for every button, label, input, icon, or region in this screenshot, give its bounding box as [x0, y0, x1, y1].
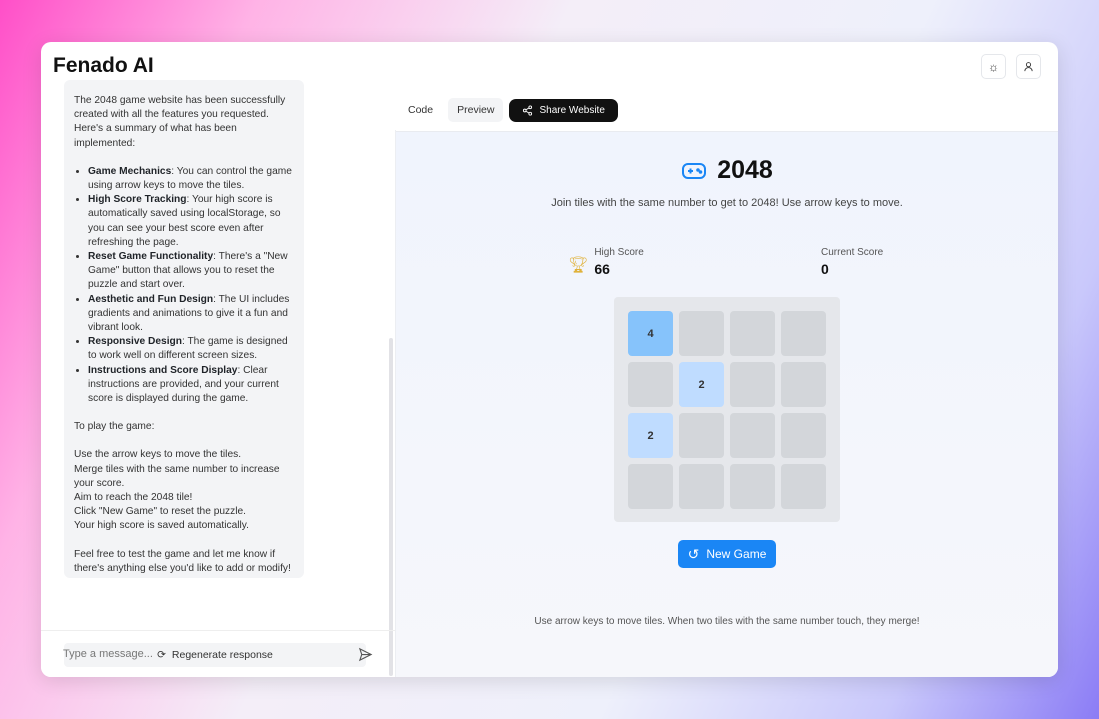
- view-tabs: Code Preview Share Website: [399, 98, 618, 122]
- user-icon: [1024, 62, 1033, 72]
- board-tile: [628, 362, 673, 407]
- share-label: Share Website: [539, 104, 605, 116]
- feature-item: Aesthetic and Fun Design: The UI include…: [88, 293, 294, 336]
- trophy-icon: 🏆︎: [568, 257, 589, 274]
- board-tile: [679, 413, 724, 458]
- board-tile: [628, 464, 673, 509]
- step-item: Use the arrow keys to move the tiles.: [74, 449, 242, 461]
- theme-toggle-button[interactable]: ☼: [981, 54, 1006, 79]
- step-item: Aim to reach the 2048 tile!: [74, 492, 193, 504]
- board-tile: [781, 464, 826, 509]
- assistant-message: The 2048 game website has been successfu…: [64, 80, 304, 578]
- feature-title: Reset Game Functionality: [88, 251, 214, 263]
- board-tile: [679, 311, 724, 356]
- gamepad-icon: [682, 162, 707, 179]
- board-tile: [730, 362, 775, 407]
- board-tile: [730, 464, 775, 509]
- steps-list: Use the arrow keys to move the tiles. Mer…: [74, 448, 294, 533]
- feature-title: Game Mechanics: [88, 165, 172, 177]
- message-input[interactable]: Type a message...: [63, 648, 153, 660]
- board-tile: 2: [628, 413, 673, 458]
- board-tile: [781, 311, 826, 356]
- game-footer: Use arrow keys to move tiles. When two t…: [534, 616, 920, 627]
- share-icon: [523, 104, 533, 116]
- feature-title: Responsive Design: [88, 336, 182, 348]
- share-website-button[interactable]: Share Website: [509, 98, 618, 122]
- game-subtitle: Join tiles with the same number to get t…: [551, 197, 903, 209]
- step-item: Your high score is saved automatically.: [74, 520, 249, 532]
- chat-panel: The 2048 game website has been successfu…: [41, 80, 395, 677]
- website-preview: 2048 Join tiles with the same number to …: [396, 131, 1058, 677]
- current-score-label: Current Score: [821, 247, 884, 258]
- game-board: 422: [614, 297, 840, 522]
- new-game-button[interactable]: ↺ New Game: [678, 540, 776, 568]
- feature-title: Aesthetic and Fun Design: [88, 293, 214, 305]
- board-tile: [781, 413, 826, 458]
- message-intro: The 2048 game website has been successfu…: [74, 95, 286, 149]
- feature-item: Responsive Design: The game is designed …: [88, 335, 294, 363]
- feature-list: Game Mechanics: You can control the game…: [74, 165, 294, 406]
- current-score: Current Score 0: [821, 247, 883, 277]
- play-heading: To play the game:: [74, 421, 155, 433]
- sun-icon: ☼: [988, 59, 999, 74]
- tab-preview[interactable]: Preview: [448, 98, 504, 122]
- message-input-row: Type a message...: [41, 630, 395, 677]
- high-score: 🏆︎ High Score 66: [568, 247, 644, 277]
- feature-item: Instructions and Score Display: Clear in…: [88, 364, 294, 407]
- chat-scrollbar[interactable]: [389, 338, 393, 676]
- feature-title: High Score Tracking: [88, 194, 187, 206]
- high-score-value: 66: [594, 261, 610, 277]
- tab-code[interactable]: Code: [399, 98, 442, 122]
- new-game-label: New Game: [706, 547, 767, 561]
- board-tile: [730, 413, 775, 458]
- closing-text: Feel free to test the game and let me kn…: [74, 548, 291, 574]
- board-tile: [781, 362, 826, 407]
- feature-item: Reset Game Functionality: There's a "New…: [88, 250, 294, 293]
- game-title: 2048: [396, 156, 1058, 185]
- board-tile: [679, 464, 724, 509]
- restart-icon: ↺: [687, 545, 700, 562]
- board-tile: [730, 311, 775, 356]
- feature-title: Instructions and Score Display: [88, 364, 238, 376]
- current-score-value: 0: [821, 261, 829, 277]
- game-title-text: 2048: [717, 156, 773, 184]
- high-score-label: High Score: [594, 247, 644, 258]
- feature-item: Game Mechanics: You can control the game…: [88, 165, 294, 193]
- app-window: Fenado AI ☼ The 2048 game website has be…: [41, 42, 1058, 677]
- step-item: Merge tiles with the same number to incr…: [74, 463, 280, 489]
- board-tile: 4: [628, 311, 673, 356]
- send-icon[interactable]: [358, 647, 373, 662]
- brand-title: Fenado AI: [53, 54, 154, 77]
- step-item: Click "New Game" to reset the puzzle.: [74, 506, 246, 518]
- user-button[interactable]: [1016, 54, 1041, 79]
- feature-item: High Score Tracking: Your high score is …: [88, 193, 294, 250]
- board-tile: 2: [679, 362, 724, 407]
